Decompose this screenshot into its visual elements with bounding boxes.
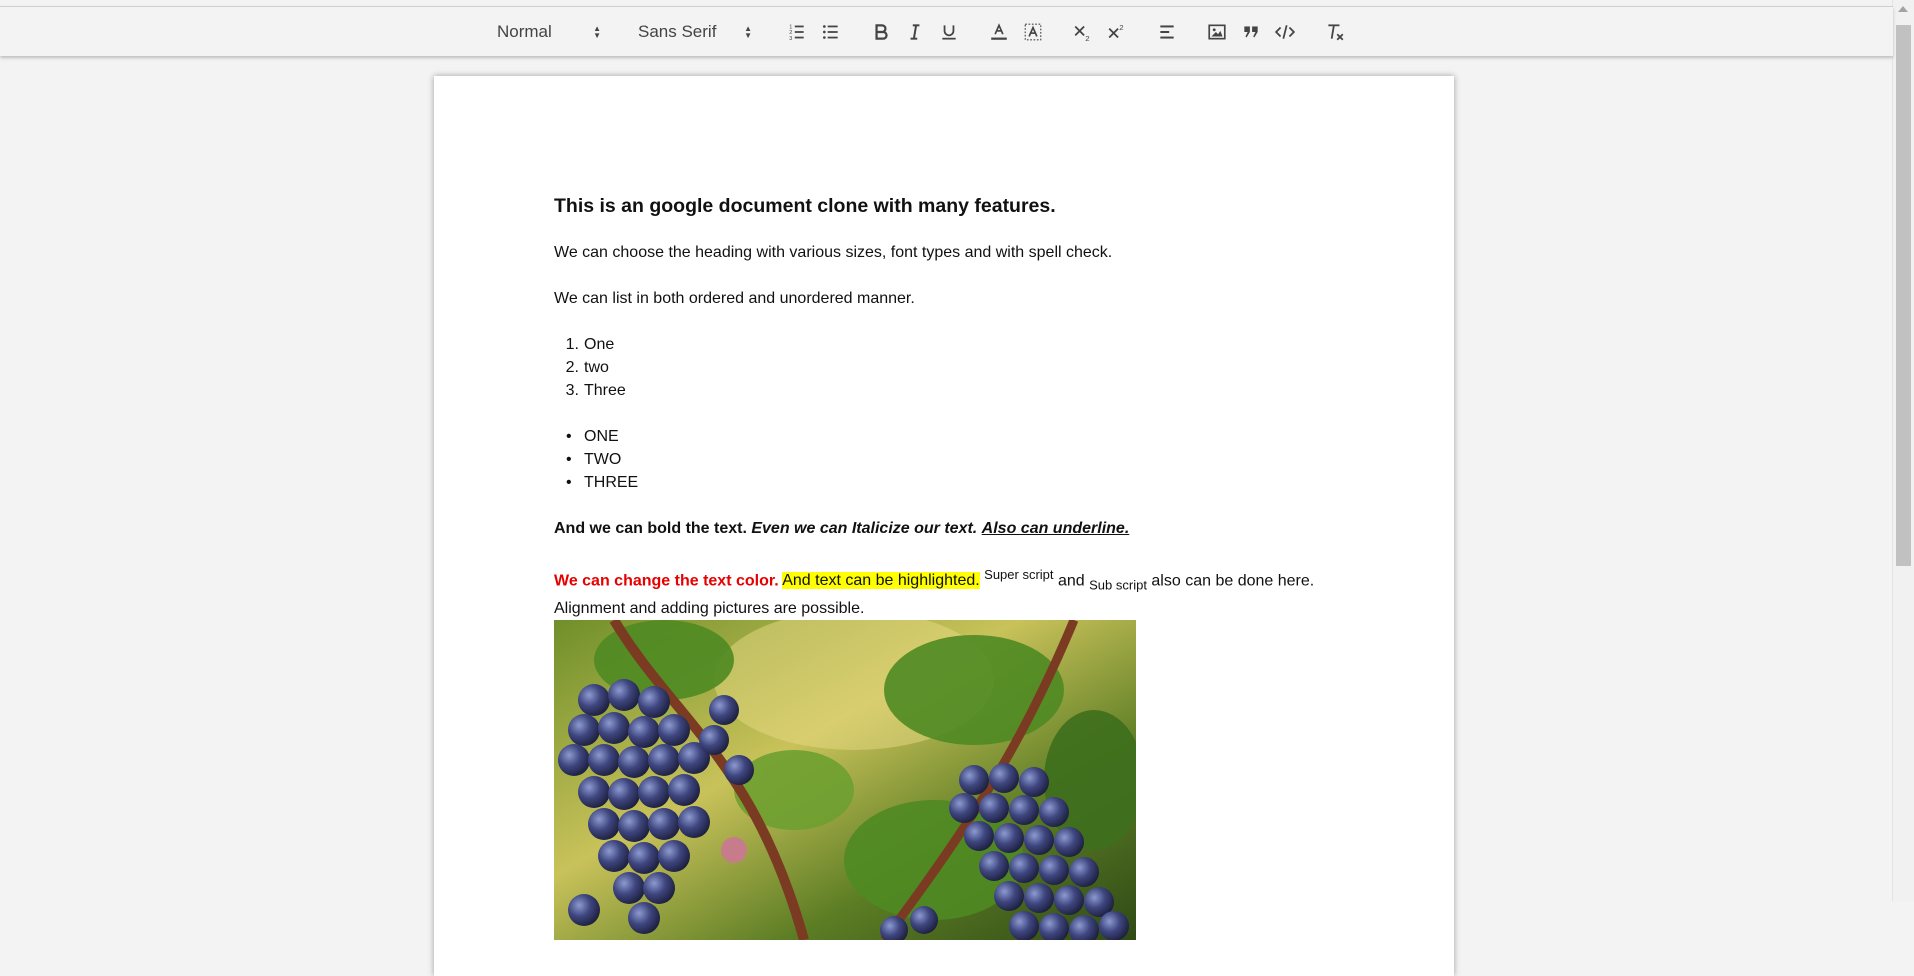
text-color-icon (989, 22, 1009, 42)
bold-icon (871, 22, 891, 42)
clear-format-button[interactable] (1321, 18, 1349, 46)
svg-text:2: 2 (1085, 33, 1089, 41)
blockquote-button[interactable] (1237, 18, 1265, 46)
document-page[interactable]: This is an google document clone with ma… (434, 76, 1454, 976)
list-item: • THREE (566, 474, 639, 491)
font-select-value: Sans Serif (638, 21, 717, 41)
ordered-list-icon: 123 (787, 22, 807, 42)
list-item: 3. Three (565, 382, 626, 399)
list-item: 2. two (565, 359, 609, 376)
background-color-icon (1023, 22, 1043, 42)
scrollbar-thumb[interactable] (1896, 25, 1911, 566)
scroll-up-icon[interactable] (1898, 6, 1908, 12)
list-item: 1. One (565, 336, 615, 353)
bullet-list: • ONE • TWO • THREE (554, 425, 1334, 494)
paragraph-headings: We can choose the heading with various s… (554, 244, 1113, 261)
underline-text: Also can underline. (981, 520, 1130, 537)
ordered-list: 1. One 2. two 3. Three (554, 333, 1334, 402)
blockquote-icon (1241, 22, 1261, 42)
subscript-button[interactable]: 2 (1069, 18, 1097, 46)
align-icon (1157, 22, 1177, 42)
highlighted-text: And text can be highlighted. (782, 572, 980, 590)
superscript-button[interactable]: 2 (1103, 18, 1131, 46)
text-color-button[interactable] (985, 18, 1013, 46)
bold-text: And we can bold the text. (554, 520, 747, 537)
and-text: and (1057, 572, 1085, 590)
superscript-icon: 2 (1107, 22, 1127, 42)
bullet-list-icon (821, 22, 841, 42)
paragraph-lists: We can list in both ordered and unordere… (554, 290, 915, 307)
grapes-image[interactable] (554, 619, 1136, 940)
grapes-photo-icon (554, 619, 1136, 940)
svg-text:2: 2 (1119, 22, 1123, 31)
italic-button[interactable] (901, 18, 929, 46)
subscript-text: Sub script (1089, 577, 1147, 593)
list-item: • TWO (566, 451, 622, 468)
superscript-text: Super script (984, 567, 1054, 582)
paragraph-color: We can change the text color. And text c… (554, 563, 1334, 620)
header-select-value: Normal (497, 21, 552, 41)
clear-format-icon (1325, 22, 1345, 42)
colored-text: We can change the text color. (554, 572, 779, 590)
ordered-list-button[interactable]: 123 (783, 18, 811, 46)
svg-text:3: 3 (789, 35, 792, 41)
document-heading: This is an google document clone with ma… (554, 195, 1056, 217)
highlight-button[interactable] (1019, 18, 1047, 46)
image-button[interactable] (1203, 18, 1231, 46)
underline-icon (939, 22, 959, 42)
align-button[interactable] (1153, 18, 1181, 46)
paragraph-formatting: And we can bold the text. Even we can It… (554, 517, 1334, 540)
editor-content[interactable]: This is an google document clone with ma… (554, 194, 1334, 940)
header-select[interactable]: Normal ▲ ▼ (490, 18, 607, 46)
code-block-icon (1275, 22, 1295, 42)
code-block-button[interactable] (1271, 18, 1299, 46)
bullet-list-button[interactable] (817, 18, 845, 46)
select-arrows-icon: ▲ ▼ (744, 23, 752, 40)
underline-button[interactable] (935, 18, 963, 46)
editor-toolbar: Normal ▲ ▼ Sans Serif ▲ ▼ 123 2 2 (0, 6, 1893, 56)
select-arrows-icon: ▲ ▼ (593, 23, 601, 40)
italic-icon (905, 22, 925, 42)
vertical-scrollbar[interactable] (1892, 0, 1914, 901)
bold-button[interactable] (867, 18, 895, 46)
subscript-icon: 2 (1073, 22, 1093, 42)
italic-text: Even we can Italicize our text. (751, 520, 978, 537)
font-select[interactable]: Sans Serif ▲ ▼ (631, 18, 758, 46)
image-icon (1207, 22, 1227, 42)
list-item: • ONE (566, 428, 619, 445)
